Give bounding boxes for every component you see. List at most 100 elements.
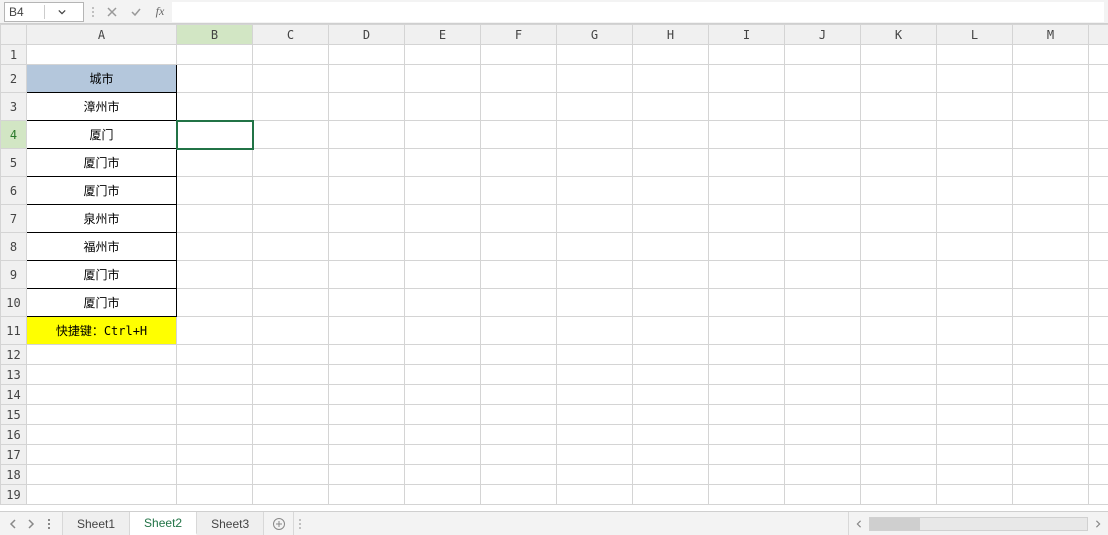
cell-I9[interactable] [709, 261, 785, 289]
cell-L4[interactable] [937, 121, 1013, 149]
cell-B17[interactable] [177, 445, 253, 465]
cell-J13[interactable] [785, 365, 861, 385]
column-header-F[interactable]: F [481, 25, 557, 45]
cell-J18[interactable] [785, 465, 861, 485]
cell-E7[interactable] [405, 205, 481, 233]
tab-nav-menu-icon[interactable] [40, 518, 58, 530]
cell-I12[interactable] [709, 345, 785, 365]
cell-F15[interactable] [481, 405, 557, 425]
cell-L2[interactable] [937, 65, 1013, 93]
cell-F10[interactable] [481, 289, 557, 317]
cell-D2[interactable] [329, 65, 405, 93]
cell-D12[interactable] [329, 345, 405, 365]
column-header-A[interactable]: A [27, 25, 177, 45]
cell-L7[interactable] [937, 205, 1013, 233]
cell-F1[interactable] [481, 45, 557, 65]
cell-G6[interactable] [557, 177, 633, 205]
column-header-H[interactable]: H [633, 25, 709, 45]
sheet-tab-sheet1[interactable]: Sheet1 [63, 512, 130, 535]
cell-K8[interactable] [861, 233, 937, 261]
cell-B8[interactable] [177, 233, 253, 261]
cell-L3[interactable] [937, 93, 1013, 121]
cell-C6[interactable] [253, 177, 329, 205]
row-header-18[interactable]: 18 [1, 465, 27, 485]
sheet-tab-sheet2[interactable]: Sheet2 [130, 512, 197, 535]
cell-D1[interactable] [329, 45, 405, 65]
cell-L1[interactable] [937, 45, 1013, 65]
cell-F3[interactable] [481, 93, 557, 121]
cell-N19[interactable] [1089, 485, 1108, 505]
name-box-dropdown-icon[interactable] [44, 5, 80, 19]
row-header-9[interactable]: 9 [1, 261, 27, 289]
cell-N13[interactable] [1089, 365, 1108, 385]
cell-H17[interactable] [633, 445, 709, 465]
cell-J15[interactable] [785, 405, 861, 425]
cell-M15[interactable] [1013, 405, 1089, 425]
cell-A5[interactable]: 厦门市 [27, 149, 177, 177]
cell-F9[interactable] [481, 261, 557, 289]
cell-I14[interactable] [709, 385, 785, 405]
cell-G16[interactable] [557, 425, 633, 445]
cell-B4[interactable] [177, 121, 253, 149]
row-header-16[interactable]: 16 [1, 425, 27, 445]
cell-M7[interactable] [1013, 205, 1089, 233]
cell-J16[interactable] [785, 425, 861, 445]
cell-H12[interactable] [633, 345, 709, 365]
cell-H8[interactable] [633, 233, 709, 261]
cell-B7[interactable] [177, 205, 253, 233]
cell-N1[interactable] [1089, 45, 1108, 65]
horizontal-scrollbar[interactable] [848, 512, 1108, 535]
cell-E10[interactable] [405, 289, 481, 317]
cell-B3[interactable] [177, 93, 253, 121]
cell-N7[interactable] [1089, 205, 1108, 233]
cell-K9[interactable] [861, 261, 937, 289]
cell-D7[interactable] [329, 205, 405, 233]
cell-B6[interactable] [177, 177, 253, 205]
cell-H3[interactable] [633, 93, 709, 121]
cell-M9[interactable] [1013, 261, 1089, 289]
cell-M12[interactable] [1013, 345, 1089, 365]
cell-B18[interactable] [177, 465, 253, 485]
add-sheet-button[interactable] [264, 512, 294, 535]
cell-C2[interactable] [253, 65, 329, 93]
row-header-1[interactable]: 1 [1, 45, 27, 65]
cell-M5[interactable] [1013, 149, 1089, 177]
cell-M17[interactable] [1013, 445, 1089, 465]
cell-N9[interactable] [1089, 261, 1108, 289]
cell-H18[interactable] [633, 465, 709, 485]
cell-H14[interactable] [633, 385, 709, 405]
cell-F18[interactable] [481, 465, 557, 485]
cell-L12[interactable] [937, 345, 1013, 365]
cell-A2[interactable]: 城市 [27, 65, 177, 93]
row-header-4[interactable]: 4 [1, 121, 27, 149]
cell-E9[interactable] [405, 261, 481, 289]
formula-input[interactable] [172, 2, 1104, 22]
cell-G7[interactable] [557, 205, 633, 233]
row-header-8[interactable]: 8 [1, 233, 27, 261]
cell-C1[interactable] [253, 45, 329, 65]
cell-K18[interactable] [861, 465, 937, 485]
cell-N4[interactable] [1089, 121, 1108, 149]
cell-F4[interactable] [481, 121, 557, 149]
cell-G15[interactable] [557, 405, 633, 425]
row-header-15[interactable]: 15 [1, 405, 27, 425]
cell-J11[interactable] [785, 317, 861, 345]
column-header-L[interactable]: L [937, 25, 1013, 45]
scroll-right-icon[interactable] [1090, 516, 1106, 532]
cell-K4[interactable] [861, 121, 937, 149]
cell-E16[interactable] [405, 425, 481, 445]
cell-D16[interactable] [329, 425, 405, 445]
cell-G11[interactable] [557, 317, 633, 345]
cell-D17[interactable] [329, 445, 405, 465]
cell-I17[interactable] [709, 445, 785, 465]
cell-C12[interactable] [253, 345, 329, 365]
cell-J8[interactable] [785, 233, 861, 261]
cell-E3[interactable] [405, 93, 481, 121]
cell-K1[interactable] [861, 45, 937, 65]
cell-L18[interactable] [937, 465, 1013, 485]
cell-D14[interactable] [329, 385, 405, 405]
name-box[interactable]: B4 [4, 2, 84, 22]
cell-E15[interactable] [405, 405, 481, 425]
cell-L5[interactable] [937, 149, 1013, 177]
cell-K11[interactable] [861, 317, 937, 345]
